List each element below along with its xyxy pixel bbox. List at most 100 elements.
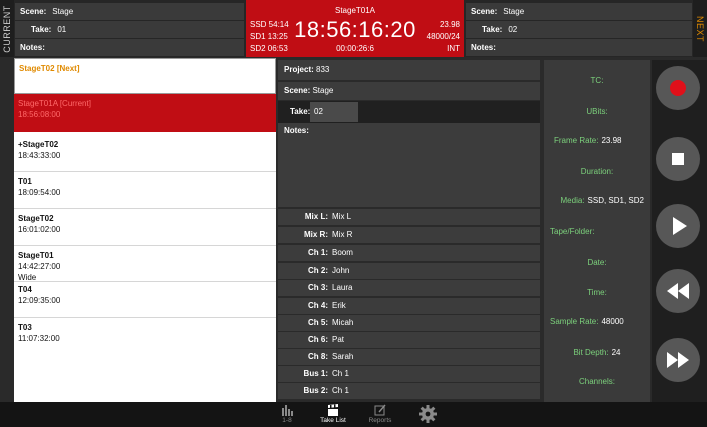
play-button[interactable]	[656, 204, 700, 248]
bit-depth-label: Bit Depth:	[573, 348, 609, 357]
notes-label: Notes:	[284, 126, 309, 135]
current-take-row[interactable]: Take: 01	[15, 21, 244, 38]
next-scene-row[interactable]: Scene: Stage	[466, 3, 692, 20]
clock-sample-rate: 48000/24	[426, 32, 460, 41]
next-scene-value: Stage	[503, 7, 525, 16]
record-button[interactable]	[656, 66, 700, 110]
project-row[interactable]: Project: 833	[278, 60, 540, 80]
channel-row-ch6[interactable]: Ch 6: Pat	[278, 332, 540, 348]
meters-icon	[282, 405, 293, 416]
list-item-time: 14:42:27:00	[18, 262, 61, 271]
list-item[interactable]: StageT02 16:01:02:00	[14, 209, 276, 246]
channel-name: Erik	[332, 301, 346, 310]
channel-row-ch5[interactable]: Ch 5: Micah	[278, 315, 540, 331]
channel-label: Ch 6:	[308, 335, 328, 344]
clock-tc-source: INT	[447, 44, 460, 53]
stop-button[interactable]	[656, 137, 700, 181]
channel-name: Ch 1	[332, 386, 349, 395]
scene-label: Scene:	[284, 86, 311, 95]
next-scene-label: Scene:	[471, 7, 498, 16]
fast-forward-button[interactable]	[656, 338, 700, 382]
channel-row-ch4[interactable]: Ch 4: Erik	[278, 298, 540, 314]
sample-rate-field: Sample Rate: 48000	[544, 317, 650, 326]
next-notes-row[interactable]: Notes:	[466, 39, 692, 56]
clock-take-name: StageT01A	[334, 6, 376, 15]
frame-rate-value: 23.98	[601, 136, 622, 145]
list-item[interactable]: T04 12:09:35:00	[14, 282, 276, 318]
bottom-tab-bar: 1-8 Take List Reports	[0, 402, 707, 427]
current-notes-row[interactable]: Notes:	[15, 39, 244, 56]
take-list[interactable]: StageT02 [Next] StageT01A [Current] 18:5…	[14, 58, 276, 402]
list-item-name: +StageT02	[18, 140, 59, 149]
channel-label: Mix L:	[304, 212, 328, 221]
channel-name: Micah	[332, 318, 354, 327]
current-item-tag: [Current]	[59, 99, 91, 108]
list-item[interactable]: T01 18:09:54:00	[14, 172, 276, 209]
list-item[interactable]: StageT01 14:42:27:00 Wide	[14, 246, 276, 282]
list-item-name: T03	[18, 323, 32, 332]
current-side-tab: CURRENT	[0, 0, 14, 57]
take-list-current-item[interactable]: StageT01A [Current] 18:56:08:00	[14, 94, 276, 132]
next-take-value: 02	[508, 25, 518, 34]
ubits-field: UBits:	[586, 107, 608, 116]
current-take-value: 01	[57, 25, 67, 34]
channel-name: Sarah	[332, 352, 354, 361]
stop-icon	[672, 153, 684, 165]
channel-label: Ch 1:	[308, 248, 328, 257]
list-item-name: T01	[18, 177, 32, 186]
header: CURRENT Scene: Stage Take: 01 Notes: Stage…	[0, 0, 707, 57]
clapperboard-icon	[328, 404, 338, 416]
record-icon	[670, 80, 686, 96]
tab-settings[interactable]	[408, 404, 448, 424]
tab-reports[interactable]: Reports	[360, 404, 400, 424]
channel-row-mix-l[interactable]: Mix L: Mix L	[278, 209, 540, 225]
take-label: Take:	[290, 107, 311, 116]
project-label: Project:	[284, 65, 314, 74]
channel-row-bus2[interactable]: Bus 2: Ch 1	[278, 383, 540, 399]
channels-field: Channels:	[578, 377, 616, 386]
tab-meters[interactable]: 1-8	[267, 404, 307, 424]
current-notes-label: Notes:	[20, 43, 45, 52]
channel-row-ch3[interactable]: Ch 3: Laura	[278, 280, 540, 296]
current-scene-row[interactable]: Scene: Stage	[15, 3, 244, 20]
notes-field[interactable]: Notes:	[278, 123, 540, 207]
next-item-tag: [Next]	[56, 64, 80, 73]
current-take-label: Take:	[31, 25, 52, 34]
channel-label: Ch 2:	[308, 266, 328, 275]
list-item[interactable]: T03 11:07:32:00	[14, 318, 276, 348]
take-input[interactable]: 02	[310, 102, 358, 122]
take-list-next-item[interactable]: StageT02 [Next]	[14, 58, 276, 94]
channel-row-mix-r[interactable]: Mix R: Mix R	[278, 227, 540, 243]
channel-label: Ch 5:	[308, 318, 328, 327]
next-notes-label: Notes:	[471, 43, 496, 52]
tab-take-list[interactable]: Take List	[313, 404, 353, 424]
list-item-name: StageT01	[18, 251, 54, 260]
next-take-row[interactable]: Take: 02	[466, 21, 692, 38]
clock-frame-rate: 23.98	[439, 20, 460, 29]
channel-row-ch2[interactable]: Ch 2: John	[278, 263, 540, 279]
channel-name: Laura	[332, 283, 353, 292]
rewind-button[interactable]	[656, 269, 700, 313]
channel-label: Ch 3:	[308, 283, 328, 292]
bit-depth-value: 24	[611, 348, 621, 357]
channel-name: Ch 1	[332, 369, 349, 378]
channel-name: Mix L	[332, 212, 352, 221]
take-row: Take: 02	[278, 101, 540, 123]
list-item-time: 18:09:54:00	[18, 188, 61, 197]
list-item-time: 16:01:02:00	[18, 225, 61, 234]
scene-value: Stage	[312, 86, 334, 95]
channel-row-ch8[interactable]: Ch 8: Sarah	[278, 349, 540, 365]
channel-label: Bus 1:	[303, 369, 328, 378]
next-take-label: Take:	[482, 25, 503, 34]
scene-row[interactable]: Scene: Stage	[278, 82, 540, 100]
channel-label: Mix R:	[304, 230, 328, 239]
next-item-name: StageT02	[19, 64, 55, 73]
channel-name: Mix R	[332, 230, 353, 239]
channel-row-ch1[interactable]: Ch 1: Boom	[278, 245, 540, 261]
list-item-name: T04	[18, 285, 32, 294]
media-field: Media: SSD, SD1, SD2	[544, 196, 650, 205]
play-icon	[673, 217, 687, 235]
date-field: Date:	[587, 258, 607, 267]
list-item[interactable]: +StageT02 18:43:33:00	[14, 132, 276, 172]
channel-row-bus1[interactable]: Bus 1: Ch 1	[278, 366, 540, 382]
